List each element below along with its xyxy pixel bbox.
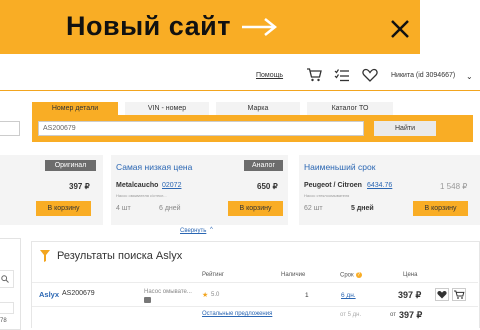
list-icon[interactable]	[334, 68, 350, 82]
other-offers-link[interactable]: Остальные предложения	[202, 311, 272, 317]
offer-days: 5 дней	[351, 205, 374, 212]
chevron-up-icon[interactable]: ^	[210, 227, 213, 233]
cart-icon	[454, 290, 465, 299]
result-price: 397 ₽	[398, 290, 422, 300]
column-price[interactable]: Цена	[403, 272, 417, 278]
offer-desc: Насос стеклоомывателя	[304, 193, 350, 198]
favorite-button[interactable]	[435, 288, 449, 301]
heart-icon[interactable]	[362, 68, 378, 82]
filter-field[interactable]	[0, 302, 14, 314]
left-search-input[interactable]	[0, 121, 20, 136]
result-desc: Насос омывате...	[144, 289, 192, 295]
row-separator	[32, 306, 478, 307]
help-icon[interactable]: ?	[355, 272, 362, 278]
offer-price: 1 548 ₽	[440, 182, 468, 191]
arrow-right-icon[interactable]	[241, 17, 277, 37]
user-account[interactable]: Никита (id 3094667)	[391, 72, 455, 79]
tab-vin[interactable]: VIN - номер	[125, 102, 209, 116]
collapse-link[interactable]: Свернуть	[180, 228, 206, 234]
offer-title: Самая низкая цена	[116, 162, 193, 172]
offer-title: Наименьший срок	[304, 162, 376, 172]
column-rating[interactable]: Рейтинг	[202, 272, 224, 278]
tab-part-number[interactable]: Номер детали	[32, 102, 118, 116]
offer-stock: 62 шт	[304, 205, 323, 212]
help-link[interactable]: Помощь	[256, 72, 283, 79]
offer-desc: Насос омывателя c/стекл...	[116, 193, 167, 198]
results-title: Результаты поиска Aslyx	[57, 250, 183, 262]
add-to-cart-button[interactable]	[452, 288, 466, 301]
badge-original: Оригинал	[45, 160, 96, 171]
star-icon: ★	[202, 292, 209, 299]
header-separator	[32, 282, 478, 283]
part-number-input[interactable]: AS200679	[38, 121, 364, 136]
column-term[interactable]: Срок?	[340, 272, 362, 279]
offer-code-link[interactable]: 6434.76	[367, 182, 392, 189]
close-icon[interactable]	[390, 19, 410, 39]
offer-brand: Peugeot / Citroen	[304, 182, 362, 189]
offer-stock: 4 шт	[116, 205, 131, 212]
result-rating: 5.0	[211, 292, 220, 298]
offer-price: 650 ₽	[257, 182, 278, 191]
other-offers-from: от	[390, 312, 396, 318]
promo-banner[interactable]: Новый сайт	[0, 0, 420, 54]
header-divider	[0, 90, 480, 91]
result-stock: 1	[305, 292, 309, 299]
cart-icon[interactable]	[306, 68, 322, 82]
add-to-cart-button[interactable]: В корзину	[413, 201, 468, 216]
offer-price: 397 ₽	[69, 182, 90, 191]
offer-code-link[interactable]: 02072	[162, 182, 181, 189]
add-to-cart-button[interactable]: В корзину	[36, 201, 91, 216]
offer-brand: Metalcaucho	[116, 182, 159, 189]
tab-maintenance-catalog[interactable]: Каталог ТО	[307, 102, 393, 116]
filter-value: 78	[0, 318, 7, 324]
offer-days: 6 дней	[159, 205, 181, 212]
other-offers-price: 397 ₽	[399, 310, 423, 320]
chevron-down-icon[interactable]: ⌄	[466, 72, 473, 81]
add-to-cart-button[interactable]: В корзину	[228, 201, 283, 216]
camera-icon[interactable]	[144, 297, 151, 303]
other-offers-days: от 5 дн.	[340, 312, 362, 318]
search-button[interactable]: Найти	[374, 121, 436, 136]
heart-icon	[437, 291, 447, 299]
result-days[interactable]: 6 дн.	[341, 292, 356, 299]
funnel-icon	[40, 250, 50, 262]
promo-title[interactable]: Новый сайт	[66, 11, 231, 42]
result-code: AS200679	[62, 290, 95, 297]
badge-analog: Аналог	[244, 160, 283, 171]
result-brand-link[interactable]: Aslyx	[39, 290, 59, 299]
tab-make[interactable]: Марка	[216, 102, 300, 116]
search-icon[interactable]	[1, 275, 9, 283]
column-stock[interactable]: Наличие	[281, 272, 305, 278]
